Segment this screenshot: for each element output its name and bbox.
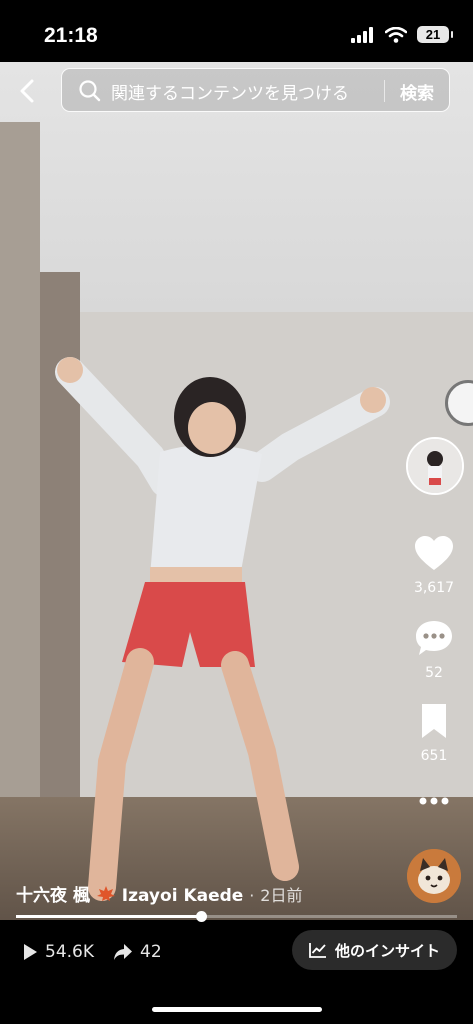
sound-disc[interactable] <box>407 849 461 903</box>
save-count: 651 <box>420 748 448 764</box>
video-caption[interactable]: 十六夜 楓 Izayoi Kaede · 2日前 <box>16 881 302 906</box>
like-action[interactable]: 3,617 <box>404 535 464 596</box>
status-time: 21:18 <box>44 24 98 47</box>
play-count-stat: 54.6K <box>22 942 94 962</box>
bottom-bar: 54.6K 42 他のインサイト <box>0 920 473 1024</box>
heart-icon <box>415 536 453 570</box>
more-dots-icon[interactable] <box>418 796 450 806</box>
search-button[interactable]: 検索 <box>400 79 434 104</box>
comment-action[interactable]: 52 <box>404 619 464 681</box>
creator-name[interactable]: 十六夜 楓 <box>16 886 90 906</box>
comment-count: 52 <box>425 665 443 681</box>
post-time: 2日前 <box>260 886 303 905</box>
dancer-figure <box>55 357 390 901</box>
status-icons: 21 <box>351 26 453 43</box>
search-divider <box>384 80 385 102</box>
chevron-left-icon <box>20 79 34 103</box>
search-input[interactable]: 関連するコンテンツを見つける <box>111 79 349 104</box>
search-icon <box>79 80 101 102</box>
cellular-signal-icon <box>351 26 373 43</box>
battery-indicator: 21 <box>417 26 453 43</box>
more-insights-label[interactable]: 他のインサイト <box>335 940 440 961</box>
creator-handle[interactable]: Izayoi Kaede <box>122 886 244 906</box>
share-arrow-icon <box>114 944 132 960</box>
avatar-image <box>408 439 462 493</box>
status-bar: 21:18 21 <box>0 0 473 62</box>
search-bar[interactable]: 関連するコンテンツを見つける 検索 <box>61 68 450 112</box>
back-button[interactable] <box>14 76 42 106</box>
bookmark-icon <box>422 704 446 738</box>
video-player[interactable] <box>0 62 473 920</box>
home-indicator[interactable] <box>152 1007 322 1012</box>
video-progress-bar[interactable] <box>16 911 457 922</box>
play-count: 54.6K <box>45 942 94 962</box>
creator-avatar[interactable] <box>406 437 464 495</box>
share-count: 42 <box>140 942 162 962</box>
share-count-stat: 42 <box>113 942 162 962</box>
cat-avatar-icon <box>407 849 461 903</box>
save-action[interactable]: 651 <box>404 702 464 764</box>
caption-separator: · <box>249 886 255 905</box>
like-count: 3,617 <box>413 580 455 596</box>
wifi-icon <box>385 26 407 43</box>
maple-leaf-icon <box>96 886 115 901</box>
comment-bubble-icon <box>416 621 452 655</box>
play-icon <box>24 944 37 960</box>
more-insights-button[interactable]: 他のインサイト <box>292 930 457 970</box>
video-progress-fill <box>16 915 202 918</box>
chart-line-icon <box>309 943 326 958</box>
